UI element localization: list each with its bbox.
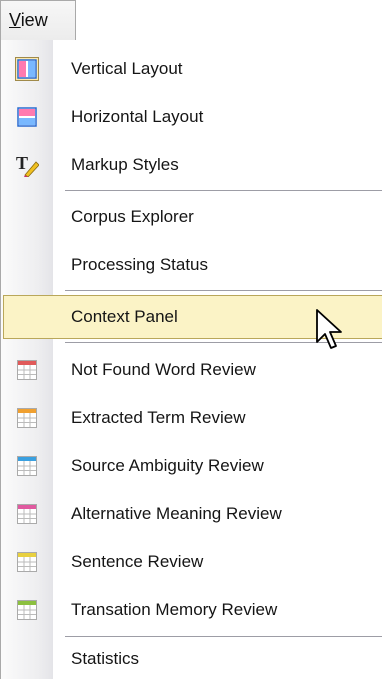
table-icon (15, 502, 39, 526)
menu-item-horizontal-layout[interactable]: Horizontal Layout (1, 93, 382, 141)
menu-item-statistics[interactable]: Statistics (1, 635, 382, 683)
horizontal-layout-icon (15, 105, 39, 129)
menu-item-label: Source Ambiguity Review (71, 456, 264, 475)
menu-item-label: Processing Status (71, 255, 209, 274)
menu-item-label: Context Panel (71, 307, 178, 326)
menu-item-markup-styles[interactable]: T Markup Styles (1, 141, 382, 189)
menu-separator (65, 290, 382, 291)
markup-styles-icon: T (15, 153, 40, 178)
menu-item-source-ambiguity-review[interactable]: Source Ambiguity Review (1, 442, 382, 490)
menu-item-label: Alternative Meaning Review (71, 504, 282, 523)
menu-item-label: Corpus Explorer (71, 207, 194, 226)
menu-item-label: Extracted Term Review (71, 408, 246, 427)
menu-item-extracted-term-review[interactable]: Extracted Term Review (1, 394, 382, 442)
view-menu-accelerator: V (9, 10, 21, 30)
menu-item-label: Not Found Word Review (71, 360, 256, 379)
menu-item-label: Vertical Layout (71, 59, 183, 78)
view-dropdown-menu: Vertical Layout Horizontal Layout T Mark… (0, 40, 382, 679)
table-icon (15, 550, 39, 574)
table-icon (15, 406, 39, 430)
view-menu-label: iew (20, 10, 48, 30)
menu-item-label: Sentence Review (71, 552, 204, 571)
menu-item-label: Transation Memory Review (71, 600, 278, 619)
mouse-pointer-icon (316, 309, 342, 349)
vertical-layout-icon (15, 57, 39, 81)
menu-separator (65, 190, 382, 191)
menu-item-alternative-meaning-review[interactable]: Alternative Meaning Review (1, 490, 382, 538)
table-icon (15, 598, 39, 622)
menu-item-vertical-layout[interactable]: Vertical Layout (1, 45, 382, 93)
menu-item-sentence-review[interactable]: Sentence Review (1, 538, 382, 586)
menu-item-label: Horizontal Layout (71, 107, 204, 126)
menu-item-corpus-explorer[interactable]: Corpus Explorer (1, 193, 382, 241)
menu-item-processing-status[interactable]: Processing Status (1, 241, 382, 289)
menu-item-label: Markup Styles (71, 155, 179, 174)
svg-text:T: T (16, 153, 28, 173)
menu-bar: View (0, 0, 382, 42)
table-icon (15, 358, 39, 382)
menu-item-label: Statistics (71, 649, 140, 668)
table-icon (15, 454, 39, 478)
view-menu-button[interactable]: View (0, 0, 76, 40)
menu-item-transation-memory-review[interactable]: Transation Memory Review (1, 586, 382, 634)
